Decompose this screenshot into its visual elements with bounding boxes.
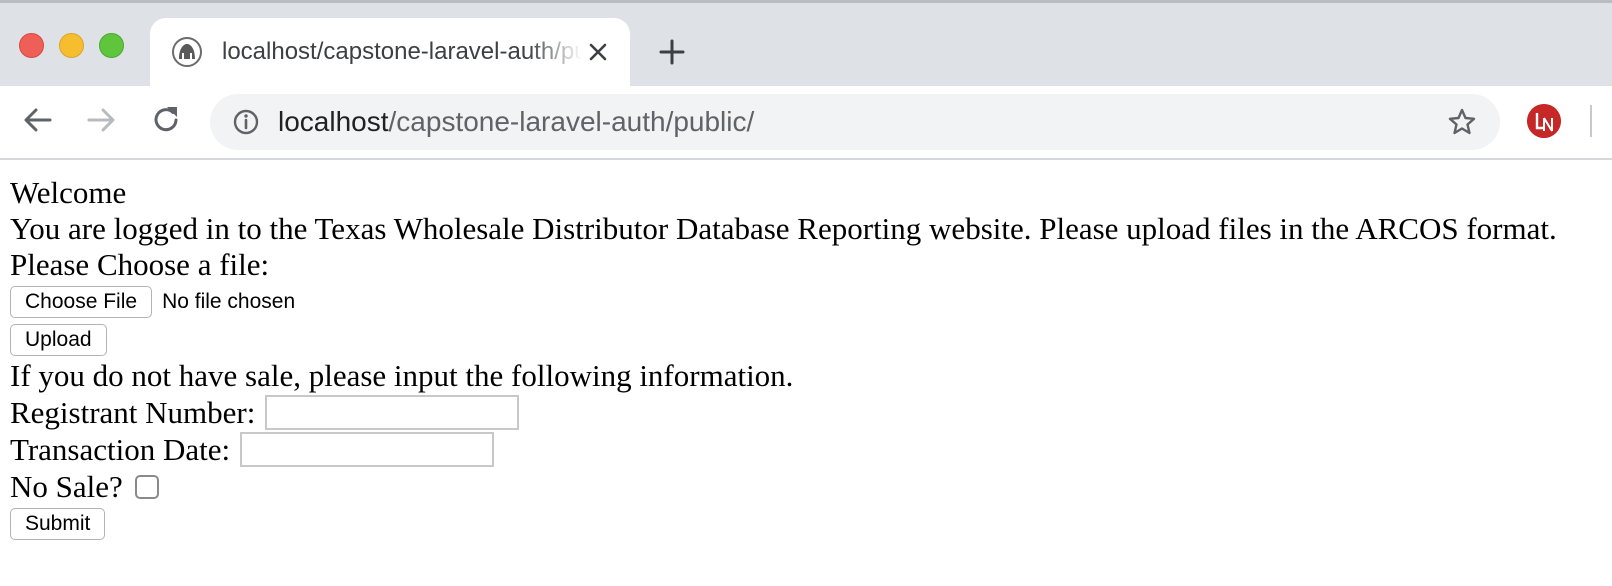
no-sale-label: No Sale? xyxy=(10,468,123,504)
plus-icon[interactable] xyxy=(658,38,686,66)
no-sale-row: No Sale? xyxy=(10,468,1610,505)
choose-file-button[interactable]: Choose File xyxy=(10,286,153,318)
file-status-text: No file chosen xyxy=(162,290,296,313)
window-maximize-button[interactable] xyxy=(99,33,124,58)
tab-active[interactable]: localhost/capstone-laravel-auth/public/ xyxy=(150,18,630,86)
url-text[interactable]: localhost/capstone-laravel-auth/public/ xyxy=(278,104,754,140)
file-input[interactable]: Choose File No file chosen xyxy=(10,283,1610,321)
no-sale-intro: If you do not have sale, please input th… xyxy=(10,358,794,393)
welcome-heading: Welcome xyxy=(10,175,127,210)
page-content: Welcome You are logged in to the Texas W… xyxy=(10,175,1610,542)
intro-text: You are logged in to the Texas Wholesale… xyxy=(10,211,1557,246)
tab-title: localhost/capstone-laravel-auth/public/ xyxy=(222,38,582,65)
arrow-right-icon[interactable] xyxy=(83,102,119,138)
toolbar-bottom-border xyxy=(0,158,1612,160)
info-icon[interactable] xyxy=(232,108,260,136)
submit-row: Submit xyxy=(10,505,1610,542)
no-sale-checkbox[interactable] xyxy=(134,474,159,499)
profile-avatar-icon[interactable] xyxy=(1527,104,1561,138)
window-minimize-button[interactable] xyxy=(59,33,84,58)
tab-strip: localhost/capstone-laravel-auth/public/ xyxy=(0,0,1612,86)
upload-row: Upload xyxy=(10,321,1610,358)
toolbar-divider xyxy=(1590,105,1592,137)
address-bar[interactable]: localhost/capstone-laravel-auth/public/ xyxy=(210,94,1500,150)
url-host: localhost xyxy=(278,106,389,137)
reload-icon[interactable] xyxy=(148,102,184,138)
site-favicon-icon xyxy=(172,37,202,67)
tab-strip-top-edge xyxy=(0,0,1612,3)
registrant-row: Registrant Number: xyxy=(10,394,1610,431)
url-path: /capstone-laravel-auth/public/ xyxy=(388,106,755,137)
transaction-date-label: Transaction Date: xyxy=(10,431,231,467)
window-close-button[interactable] xyxy=(19,33,44,58)
browser-chrome: localhost/capstone-laravel-auth/public/ … xyxy=(0,0,1612,160)
submit-button[interactable]: Submit xyxy=(10,507,106,540)
choose-file-prompt: Please Choose a file: xyxy=(10,247,270,282)
registrant-label: Registrant Number: xyxy=(10,394,256,430)
transaction-date-row: Transaction Date: xyxy=(10,431,1610,468)
star-icon[interactable] xyxy=(1446,106,1478,138)
upload-button[interactable]: Upload xyxy=(10,323,107,356)
arrow-left-icon[interactable] xyxy=(20,102,56,138)
registrant-number-input[interactable] xyxy=(265,395,520,430)
close-icon[interactable] xyxy=(584,38,612,66)
transaction-date-input[interactable] xyxy=(240,432,495,467)
